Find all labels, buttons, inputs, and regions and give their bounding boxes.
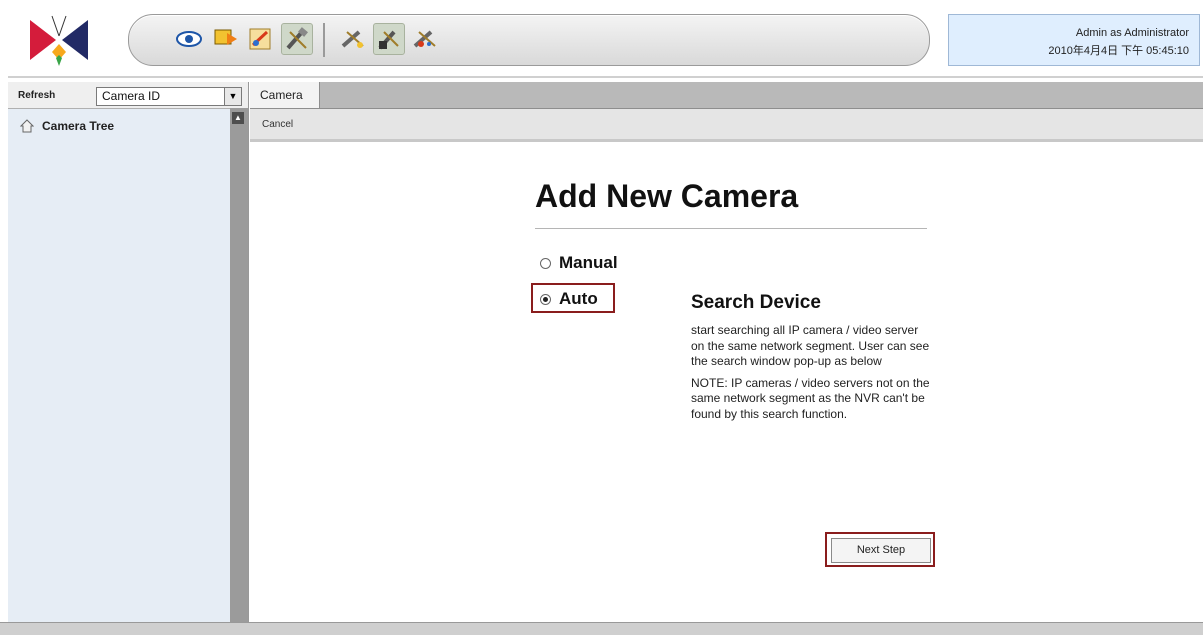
user-role-text: Admin as Administrator — [1075, 27, 1189, 39]
sort-select-value: Camera ID — [102, 89, 161, 103]
tab-camera[interactable]: Camera — [250, 82, 320, 108]
left-panel-header: Refresh Camera ID ▼ — [8, 82, 248, 109]
toolbar-separator — [323, 23, 325, 57]
datetime-text: 2010年4月4日 下午 05:45:10 — [1048, 45, 1189, 57]
search-icon[interactable] — [245, 23, 277, 55]
app-header: Admin as Administrator 2010年4月4日 下午 05:4… — [8, 4, 1203, 78]
collapse-arrow-icon[interactable]: ▲ — [232, 112, 244, 124]
action-bar: Cancel — [250, 109, 1203, 142]
page-title: Add New Camera — [535, 178, 799, 214]
settings-tools-icon[interactable] — [337, 23, 369, 55]
next-step-button[interactable]: Next Step — [831, 538, 931, 563]
status-bar — [0, 622, 1203, 635]
home-icon — [20, 119, 34, 133]
next-step-highlight: Next Step — [825, 532, 935, 567]
radio-manual-circle[interactable] — [540, 257, 551, 269]
radio-auto-circle[interactable] — [540, 293, 551, 305]
advanced-tools-icon[interactable] — [409, 23, 441, 55]
title-divider — [535, 228, 927, 229]
sort-select[interactable]: Camera ID ▼ — [96, 87, 242, 106]
refresh-button[interactable]: Refresh — [18, 90, 55, 101]
cancel-button[interactable]: Cancel — [262, 119, 293, 130]
tree-root-label: Camera Tree — [42, 119, 115, 133]
live-view-icon[interactable] — [173, 23, 205, 55]
chevron-down-icon[interactable]: ▼ — [224, 88, 241, 105]
user-status-box: Admin as Administrator 2010年4月4日 下午 05:4… — [948, 14, 1200, 66]
playback-icon[interactable] — [209, 23, 241, 55]
tree-root-camera-tree[interactable]: Camera Tree — [20, 119, 114, 133]
radio-auto-label: Auto — [559, 289, 598, 308]
app-logo — [30, 15, 88, 66]
search-device-title: Search Device — [691, 292, 821, 313]
camera-tree-panel: Refresh Camera ID ▼ Camera Tree ▲ — [8, 82, 249, 622]
search-device-description: start searching all IP camera / video se… — [691, 323, 931, 428]
setup-icon[interactable] — [281, 23, 313, 55]
note-text: NOTE: IP cameras / video servers not on … — [691, 375, 930, 421]
left-panel-scrollbar[interactable]: ▲ — [230, 108, 248, 622]
description-text: start searching all IP camera / video se… — [691, 323, 930, 368]
config-tools-icon[interactable] — [373, 23, 405, 55]
radio-auto[interactable]: Auto — [540, 289, 598, 309]
radio-manual[interactable]: Manual — [540, 253, 618, 273]
add-camera-content: Add New Camera Manual Auto Search Device… — [250, 142, 1203, 622]
main-toolbar — [128, 14, 930, 66]
tab-bar: Camera — [250, 82, 1203, 109]
radio-manual-label: Manual — [559, 253, 618, 272]
